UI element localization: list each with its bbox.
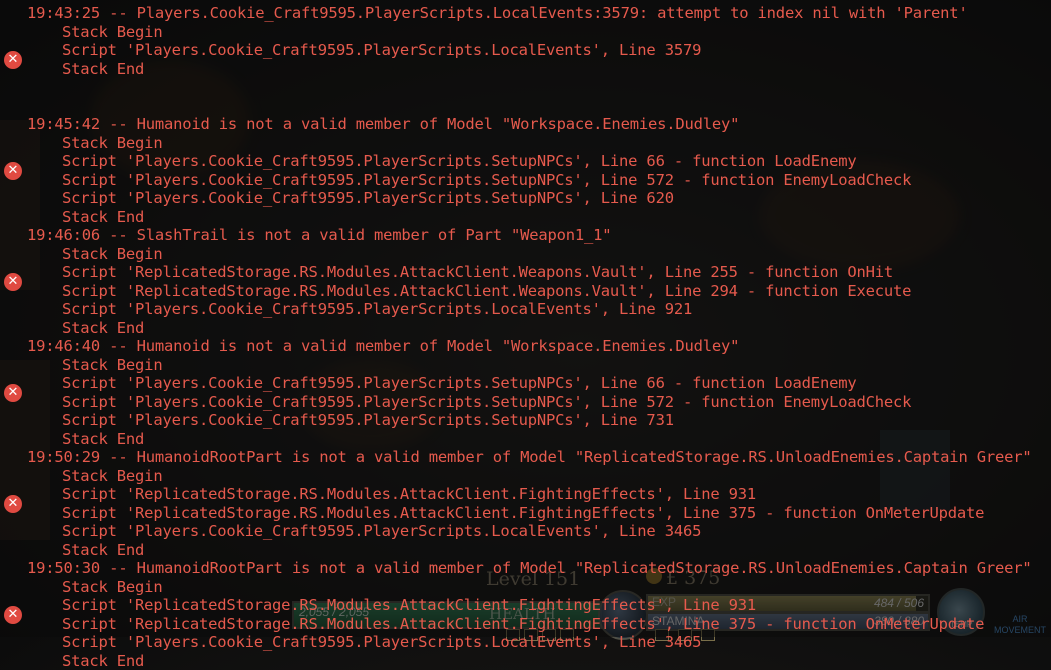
error-circle-icon: ✕ <box>4 383 22 402</box>
stack-trace-line: Script 'Players.Cookie_Craft9595.PlayerS… <box>62 633 702 651</box>
stack-trace-line: Script 'Players.Cookie_Craft9595.PlayerS… <box>62 522 702 540</box>
stack-trace-line: Stack Begin <box>62 244 163 263</box>
stack-trace-line: Stack End <box>62 59 145 78</box>
stack-trace-line: Stack Begin <box>62 22 163 41</box>
stack-trace-line: Stack Begin <box>62 133 163 152</box>
stack-trace-line: Script 'Players.Cookie_Craft9595.PlayerS… <box>62 41 702 59</box>
stack-trace-line: Script 'ReplicatedStorage.RS.Modules.Att… <box>62 614 985 633</box>
stack-trace-line: Script 'Players.Cookie_Craft9595.PlayerS… <box>62 152 857 170</box>
console-error-entry[interactable]: ✕ 19:46:06 -- SlashTrail is not a valid m… <box>0 226 1051 337</box>
error-circle-icon: ✕ <box>4 50 22 69</box>
stack-trace-line: Stack Begin <box>62 466 163 485</box>
stack-trace-line: Script 'Players.Cookie_Craft9595.PlayerS… <box>62 170 912 189</box>
stack-trace-line: Script 'Players.Cookie_Craft9595.PlayerS… <box>62 300 693 318</box>
stack-trace-line: Stack End <box>62 207 145 226</box>
console-error-entry[interactable]: ✕ 19:50:29 -- HumanoidRootPart is not a v… <box>0 448 1051 559</box>
error-message: 19:43:25 -- Players.Cookie_Craft9595.Pla… <box>27 4 968 22</box>
stack-trace-line: Stack Begin <box>62 355 163 374</box>
stack-trace-line: Script 'ReplicatedStorage.RS.Modules.Att… <box>62 281 912 300</box>
stack-trace-line: Script 'Players.Cookie_Craft9595.PlayerS… <box>62 374 857 392</box>
stack-trace-line: Script 'ReplicatedStorage.RS.Modules.Att… <box>62 503 985 522</box>
error-message: 19:50:29 -- HumanoidRootPart is not a va… <box>27 448 1032 466</box>
console-error-entry[interactable]: ✕ 19:45:42 -- Humanoid is not a valid mem… <box>0 115 1051 226</box>
console-error-entry[interactable]: ✕ 19:43:25 -- Players.Cookie_Craft9595.Pl… <box>0 4 1051 115</box>
stack-trace-line: Stack End <box>62 540 145 559</box>
stack-trace-line: Script 'ReplicatedStorage.RS.Modules.Att… <box>62 263 893 281</box>
stack-trace-line: Stack Begin <box>62 577 163 596</box>
stack-trace-line: Script 'ReplicatedStorage.RS.Modules.Att… <box>62 596 757 614</box>
stack-trace-line: Stack End <box>62 651 145 670</box>
console-error-entry[interactable]: ✕ 19:46:40 -- Humanoid is not a valid mem… <box>0 337 1051 448</box>
stack-trace-line: Stack End <box>62 429 145 448</box>
error-message: 19:50:30 -- HumanoidRootPart is not a va… <box>27 559 1032 577</box>
error-circle-icon: ✕ <box>4 272 22 291</box>
stack-trace-line: Stack End <box>62 318 145 337</box>
stack-trace-line: Script 'ReplicatedStorage.RS.Modules.Att… <box>62 485 757 503</box>
error-circle-icon: ✕ <box>4 494 22 513</box>
stack-trace-line: Script 'Players.Cookie_Craft9595.PlayerS… <box>62 392 912 411</box>
error-circle-icon: ✕ <box>4 161 22 180</box>
console-error-entry[interactable]: ✕ 19:50:30 -- HumanoidRootPart is not a v… <box>0 559 1051 670</box>
stack-trace-line: Script 'Players.Cookie_Craft9595.PlayerS… <box>62 411 674 429</box>
error-circle-icon: ✕ <box>4 605 22 624</box>
error-message: 19:46:06 -- SlashTrail is not a valid me… <box>27 226 612 244</box>
stack-trace-line: Script 'Players.Cookie_Craft9595.PlayerS… <box>62 189 674 207</box>
error-message: 19:46:40 -- Humanoid is not a valid memb… <box>27 337 740 355</box>
error-message: 19:45:42 -- Humanoid is not a valid memb… <box>27 115 740 133</box>
developer-console-log[interactable]: ✕ 19:43:25 -- Players.Cookie_Craft9595.Pl… <box>0 0 1051 670</box>
